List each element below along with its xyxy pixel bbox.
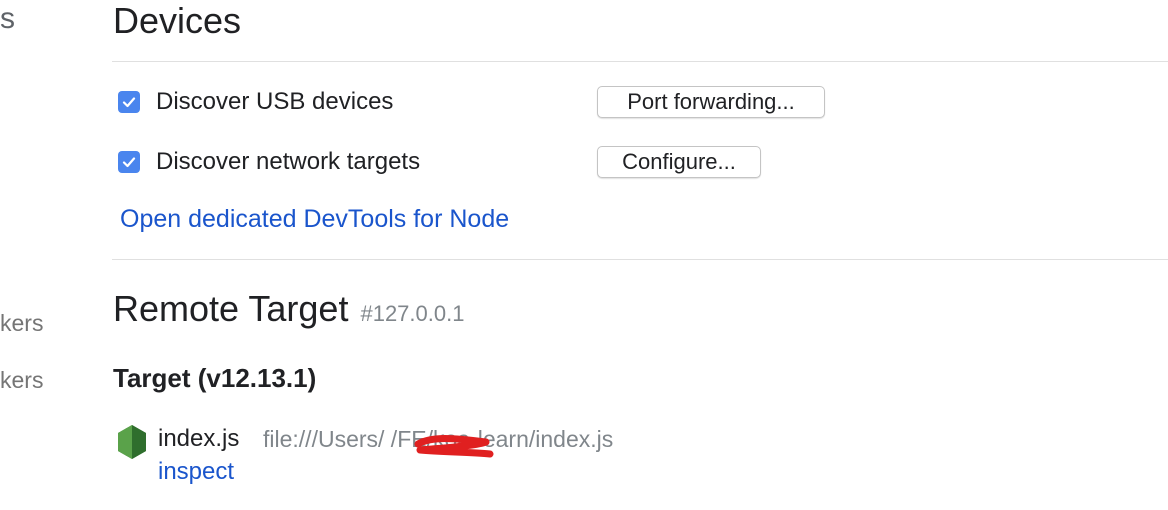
devices-heading: Devices bbox=[113, 0, 242, 41]
port-forwarding-button[interactable]: Port forwarding... bbox=[597, 86, 825, 118]
discover-usb-checkbox[interactable] bbox=[118, 91, 140, 113]
open-devtools-node-link[interactable]: Open dedicated DevTools for Node bbox=[120, 205, 509, 234]
discover-network-checkbox[interactable] bbox=[118, 151, 140, 173]
remote-target-address: #127.0.0.1 bbox=[360, 301, 465, 326]
discover-network-option[interactable]: Discover network targets bbox=[118, 147, 420, 177]
sidebar-item-shared-workers[interactable]: kers bbox=[0, 310, 43, 337]
nodejs-hexagon-icon bbox=[118, 425, 146, 459]
section-divider bbox=[112, 61, 1168, 62]
discover-usb-option[interactable]: Discover USB devices bbox=[118, 87, 393, 117]
checkmark-icon bbox=[122, 157, 136, 168]
checkmark-icon bbox=[122, 97, 136, 108]
sidebar-title-fragment: s bbox=[0, 2, 15, 35]
inspect-link[interactable]: inspect bbox=[158, 458, 234, 486]
target-name: index.js bbox=[158, 425, 240, 452]
configure-button[interactable]: Configure... bbox=[597, 146, 761, 178]
target-version-heading: Target (v12.13.1) bbox=[113, 363, 317, 393]
remote-target-title: Remote Target bbox=[113, 288, 349, 329]
devtools-devices-page: s kers kers Devices Discover USB devices… bbox=[0, 0, 1168, 510]
discover-network-label: Discover network targets bbox=[156, 148, 421, 175]
redaction-scribble bbox=[414, 435, 494, 458]
sidebar-item-service-workers[interactable]: kers bbox=[0, 367, 43, 394]
section-divider bbox=[112, 259, 1168, 260]
discover-usb-label: Discover USB devices bbox=[156, 88, 394, 115]
remote-target-heading: Remote Target #127.0.0.1 bbox=[113, 288, 464, 330]
